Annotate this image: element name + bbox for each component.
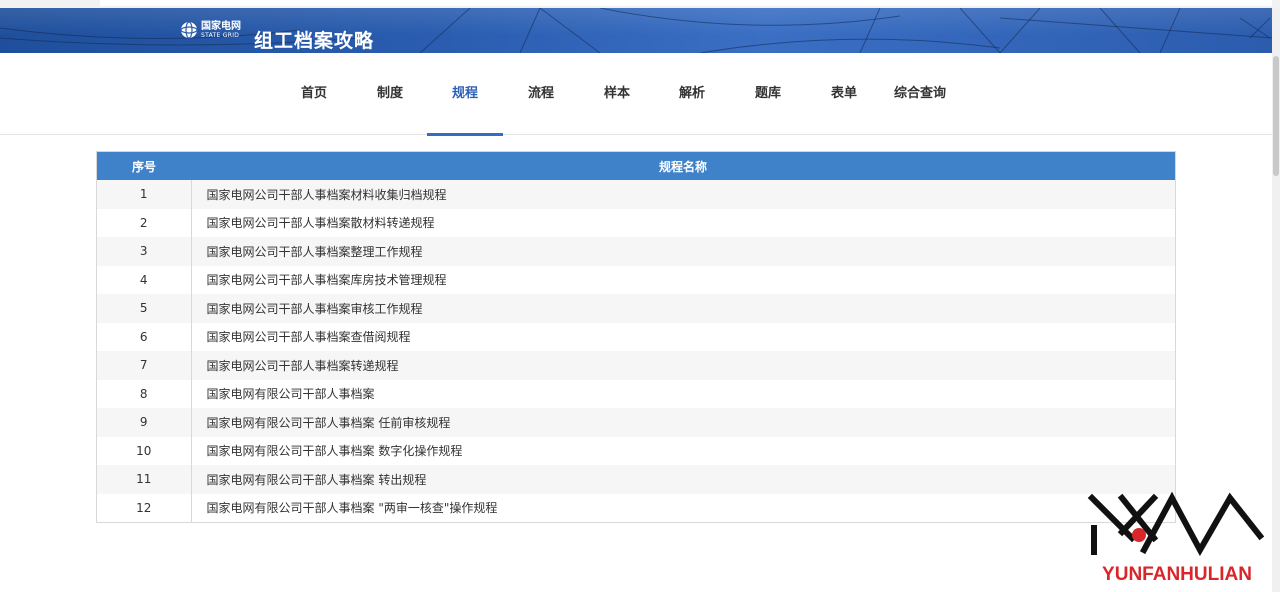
column-header-name: 规程名称 (191, 152, 1175, 180)
table-row[interactable]: 5 国家电网公司干部人事档案审核工作规程 (97, 294, 1175, 323)
row-number: 5 (97, 294, 192, 323)
tab-process[interactable]: 流程 (503, 53, 579, 135)
row-number: 7 (97, 351, 192, 380)
row-name-link[interactable]: 国家电网公司干部人事档案审核工作规程 (191, 294, 1175, 323)
regulations-table: 序号 规程名称 1 国家电网公司干部人事档案材料收集归档规程 2 国家电网公司干部人… (96, 151, 1176, 523)
table-row[interactable]: 1 国家电网公司干部人事档案材料收集归档规程 (97, 180, 1175, 209)
table-row[interactable]: 2 国家电网公司干部人事档案散材料转递规程 (97, 208, 1175, 237)
row-name-link[interactable]: 国家电网有限公司干部人事档案 任前审核规程 (191, 408, 1175, 437)
row-number: 11 (97, 465, 192, 494)
row-number: 4 (97, 265, 192, 294)
tab-question-bank[interactable]: 题库 (730, 53, 806, 135)
table-row[interactable]: 6 国家电网公司干部人事档案查借阅规程 (97, 322, 1175, 351)
table-row[interactable]: 11 国家电网有限公司干部人事档案 转出规程 (97, 465, 1175, 494)
row-name-link[interactable]: 国家电网有限公司干部人事档案 数字化操作规程 (191, 436, 1175, 465)
tab-samples[interactable]: 样本 (579, 53, 655, 135)
header-banner: 国家电网 STATE GRID 组工档案攻略 (0, 8, 1272, 53)
table-row[interactable]: 3 国家电网公司干部人事档案整理工作规程 (97, 237, 1175, 266)
row-name-link[interactable]: 国家电网公司干部人事档案材料收集归档规程 (191, 180, 1175, 209)
logo-text-en: STATE GRID (201, 31, 240, 39)
row-number: 2 (97, 208, 192, 237)
watermark-text: YUNFANHULIAN (1102, 564, 1252, 585)
tab-search[interactable]: 综合查询 (882, 53, 958, 135)
row-name-link[interactable]: 国家电网有限公司干部人事档案 (191, 379, 1175, 408)
top-strip (0, 0, 1280, 8)
row-number: 1 (97, 180, 192, 209)
logo-text: 国家电网 STATE GRID (201, 20, 241, 39)
top-strip-inner (100, 0, 1272, 6)
scrollbar[interactable] (1272, 8, 1280, 592)
row-number: 8 (97, 379, 192, 408)
row-name-link[interactable]: 国家电网有限公司干部人事档案 转出规程 (191, 465, 1175, 494)
yunfan-watermark: YUNFANHULIAN (1082, 488, 1272, 588)
row-number: 3 (97, 237, 192, 266)
table-row[interactable]: 12 国家电网有限公司干部人事档案 "两审一核查"操作规程 (97, 493, 1175, 522)
tab-analysis[interactable]: 解析 (654, 53, 730, 135)
tab-system[interactable]: 制度 (352, 53, 428, 135)
row-number: 6 (97, 322, 192, 351)
site-title: 组工档案攻略 (254, 30, 375, 52)
yunfan-logo-icon (1087, 491, 1265, 557)
row-name-link[interactable]: 国家电网公司干部人事档案转递规程 (191, 351, 1175, 380)
table-row[interactable]: 10 国家电网有限公司干部人事档案 数字化操作规程 (97, 436, 1175, 465)
logo-text-cn: 国家电网 (201, 20, 241, 32)
table-row[interactable]: 4 国家电网公司干部人事档案库房技术管理规程 (97, 265, 1175, 294)
regulations-table-grid: 序号 规程名称 1 国家电网公司干部人事档案材料收集归档规程 2 国家电网公司干部人… (97, 152, 1175, 522)
table-row[interactable]: 7 国家电网公司干部人事档案转递规程 (97, 351, 1175, 380)
main-nav: 首页 制度 规程 流程 样本 解析 题库 表单 综合查询 (0, 53, 1272, 136)
row-number: 10 (97, 436, 192, 465)
scrollbar-thumb[interactable] (1273, 56, 1279, 176)
tab-regulations[interactable]: 规程 (427, 53, 503, 136)
column-header-number: 序号 (97, 152, 191, 180)
tab-forms[interactable]: 表单 (806, 53, 882, 135)
table-row[interactable]: 9 国家电网有限公司干部人事档案 任前审核规程 (97, 408, 1175, 437)
state-grid-emblem-icon (180, 21, 198, 39)
row-name-link[interactable]: 国家电网公司干部人事档案散材料转递规程 (191, 208, 1175, 237)
row-name-link[interactable]: 国家电网公司干部人事档案整理工作规程 (191, 237, 1175, 266)
row-number: 9 (97, 408, 192, 437)
row-name-link[interactable]: 国家电网公司干部人事档案查借阅规程 (191, 322, 1175, 351)
tab-home[interactable]: 首页 (276, 53, 352, 135)
row-number: 12 (97, 493, 192, 522)
table-row[interactable]: 8 国家电网有限公司干部人事档案 (97, 379, 1175, 408)
state-grid-logo: 国家电网 STATE GRID (180, 21, 241, 39)
row-name-link[interactable]: 国家电网有限公司干部人事档案 "两审一核查"操作规程 (191, 493, 1175, 522)
row-name-link[interactable]: 国家电网公司干部人事档案库房技术管理规程 (191, 265, 1175, 294)
table-header-row: 序号 规程名称 (97, 152, 1175, 180)
